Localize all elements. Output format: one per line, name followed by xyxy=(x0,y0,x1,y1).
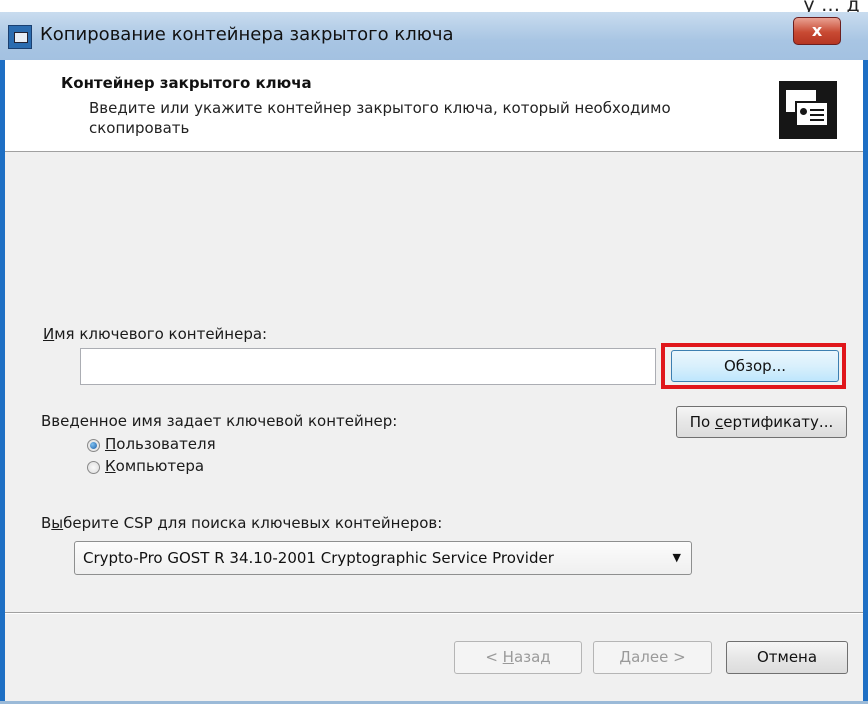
next-button[interactable]: Далее > xyxy=(593,641,712,674)
certificate-icon xyxy=(779,81,837,139)
container-name-label: Имя ключевого контейнера: xyxy=(43,325,268,343)
header-description: Введите или укажите контейнер закрытого … xyxy=(89,99,671,137)
by-certificate-button[interactable]: По сертификату... xyxy=(676,406,847,438)
user-radio[interactable] xyxy=(87,439,100,452)
back-button[interactable]: < Назад xyxy=(454,641,582,674)
user-radio-label[interactable]: Пользователя xyxy=(105,435,216,453)
window-title: Копирование контейнера закрытого ключа xyxy=(40,24,454,45)
close-button[interactable]: x xyxy=(793,17,841,45)
app-icon xyxy=(8,25,32,49)
csp-label: Выберите CSP для поиска ключевых контейн… xyxy=(41,514,443,532)
highlight-frame xyxy=(661,343,846,389)
title-bar[interactable]: Копирование контейнера закрытого ключа x xyxy=(0,12,868,60)
computer-radio-label[interactable]: Компьютера xyxy=(105,457,204,475)
dialog-body: Контейнер закрытого ключа Введите или ук… xyxy=(5,60,863,701)
cancel-button[interactable]: Отмена xyxy=(726,641,848,674)
copy-key-dialog: Копирование контейнера закрытого ключа x… xyxy=(0,12,868,704)
scope-label: Введенное имя задает ключевой контейнер: xyxy=(41,412,398,430)
dropdown-arrow-icon: ▼ xyxy=(672,551,681,564)
computer-radio[interactable] xyxy=(87,461,100,474)
csp-selected-value: Crypto-Pro GOST R 34.10-2001 Cryptograph… xyxy=(83,549,554,567)
container-name-input[interactable] xyxy=(80,348,656,385)
header-title: Контейнер закрытого ключа xyxy=(61,74,312,92)
csp-select[interactable]: Crypto-Pro GOST R 34.10-2001 Cryptograph… xyxy=(74,541,692,575)
wizard-header: Контейнер закрытого ключа Введите или ук… xyxy=(5,60,863,152)
footer-divider xyxy=(5,612,863,614)
